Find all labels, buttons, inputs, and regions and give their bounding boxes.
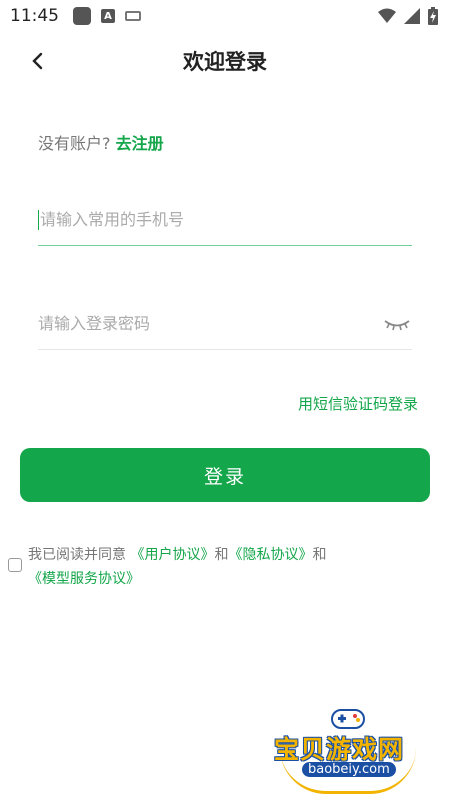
register-prompt: 没有账户? 去注册 (38, 130, 164, 154)
status-right-icons (378, 7, 438, 25)
back-button[interactable] (22, 46, 52, 76)
model-agreement-link[interactable]: 《模型服务协议》 (28, 571, 140, 587)
register-prompt-text: 没有账户? (38, 134, 111, 153)
agreement-row: 我已阅读并同意 《用户协议》和《隐私协议》和《模型服务协议》 (8, 543, 438, 591)
agreement-checkbox[interactable] (8, 558, 22, 572)
watermark-url: baobeiy.com (302, 762, 396, 777)
privacy-agreement-link[interactable]: 《隐私协议》 (228, 547, 312, 563)
agreement-text: 我已阅读并同意 《用户协议》和《隐私协议》和《模型服务协议》 (28, 543, 438, 591)
text-caret (38, 209, 39, 230)
user-agreement-link[interactable]: 《用户协议》 (130, 547, 214, 563)
keyboard-icon (125, 11, 141, 21)
phone-field (38, 194, 412, 246)
password-visibility-toggle[interactable] (383, 314, 412, 334)
eye-closed-icon (384, 319, 410, 330)
sms-login-link[interactable]: 用短信验证码登录 (298, 393, 418, 414)
signal-icon (404, 8, 420, 24)
agreement-and-1: 和 (214, 547, 229, 563)
wifi-icon (378, 8, 396, 23)
nav-bar: 欢迎登录 (0, 32, 450, 90)
status-time: 11:45 (10, 6, 59, 26)
watermark-title: 宝贝游戏网 (274, 735, 405, 764)
password-input[interactable] (38, 314, 383, 333)
phone-input[interactable] (40, 210, 412, 229)
status-left-icons: A (73, 7, 141, 25)
chevron-left-icon (32, 52, 43, 70)
login-button[interactable]: 登录 (20, 448, 430, 502)
agreement-prefix: 我已阅读并同意 (28, 547, 126, 563)
register-link[interactable]: 去注册 (116, 134, 164, 153)
status-bar: 11:45 A (0, 0, 450, 32)
watermark-logo: 宝贝游戏网 baobeiy.com (272, 700, 422, 794)
font-notification-icon: A (101, 9, 115, 23)
battery-icon (428, 7, 438, 25)
password-field (38, 298, 412, 350)
app-notification-icon (73, 7, 91, 25)
page-title: 欢迎登录 (183, 50, 267, 74)
agreement-and-2: 和 (312, 547, 327, 563)
